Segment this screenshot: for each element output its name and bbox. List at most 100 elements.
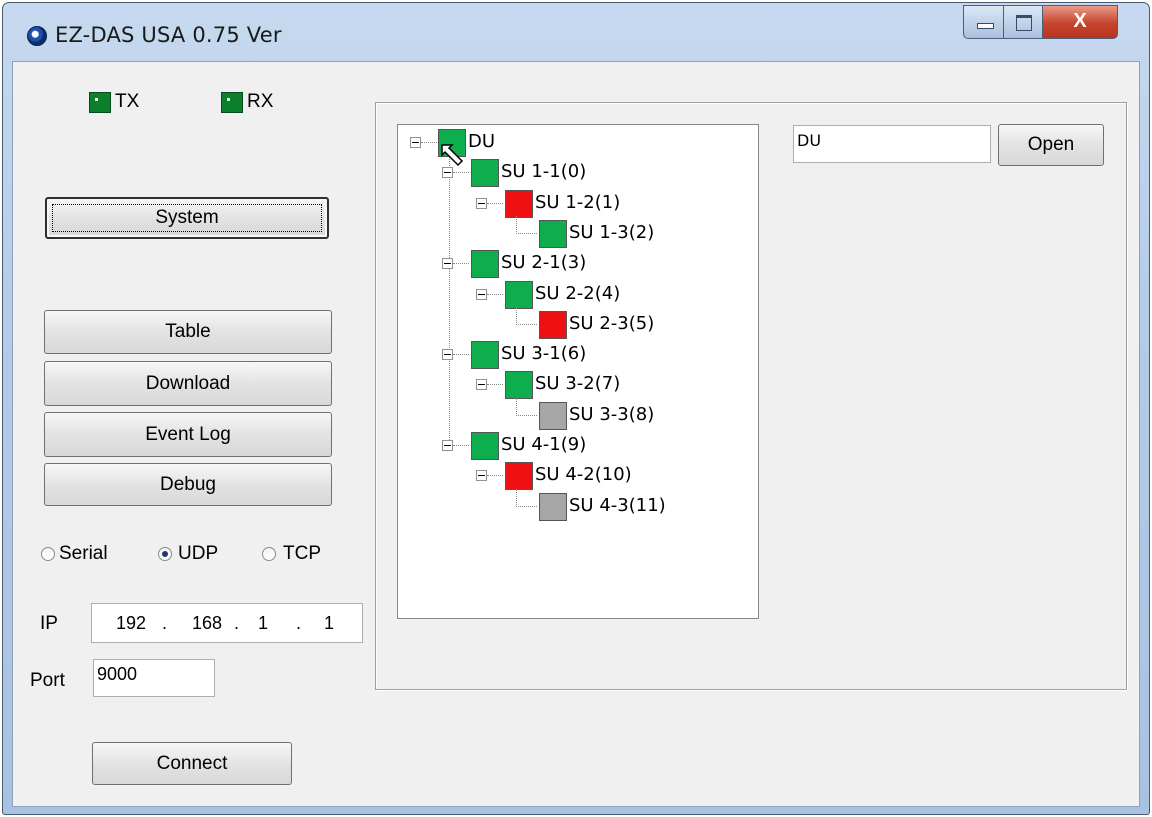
tree-connector [516,232,537,234]
radio-tcp[interactable] [262,547,276,561]
selected-node-value: DU [797,131,822,150]
tree-node-label[interactable]: SU 3-1(6) [501,343,586,364]
tree-connector [516,397,517,416]
open-button-label: Open [1027,134,1075,155]
port-field[interactable]: 9000 [93,659,215,697]
tree-connector [449,157,450,444]
tree-node-label[interactable]: SU 1-1(0) [501,161,586,182]
tree-node-label[interactable]: SU 3-2(7) [535,373,620,394]
open-button[interactable]: Open [998,124,1104,166]
tree-connector [516,323,537,325]
minimize-button[interactable] [963,5,1004,39]
ip-octet-2[interactable]: 168 [192,613,222,634]
status-indicator-alarm [539,310,567,339]
radio-serial-label[interactable]: Serial [59,543,108,565]
tree-node-label[interactable]: SU 4-2(10) [535,464,632,485]
tree-node-label[interactable]: SU 4-3(11) [569,495,666,516]
status-indicator-alarm [505,189,533,218]
download-button-label: Download [145,373,231,394]
table-button-label: Table [165,321,211,342]
radio-udp-label[interactable]: UDP [178,543,218,565]
tree-connector [487,384,503,386]
event-log-button-label: Event Log [145,424,231,445]
port-label: Port [30,670,65,691]
close-button[interactable]: X [1042,5,1118,39]
connect-button[interactable]: Connect [92,742,292,785]
tree-node-du[interactable]: DU [468,131,495,152]
status-indicator-ok [471,341,499,370]
app-logo-icon [27,26,47,46]
title-bar[interactable]: EZ-DAS USA 0.75 Ver X [3,3,1149,61]
tree-node-label[interactable]: SU 3-3(8) [569,404,654,425]
tree-connector [453,172,469,174]
status-indicator-ok [505,371,533,400]
status-indicator-ok [505,280,533,309]
tx-indicator-led [89,92,111,113]
tree-connector [421,142,437,143]
status-indicator-offline [539,401,567,430]
tree-connector [516,414,537,416]
status-indicator-ok [539,219,567,248]
collapse-toggle-icon[interactable] [476,379,487,391]
radio-tcp-label[interactable]: TCP [283,543,321,565]
tree-node-label[interactable]: SU 2-2(4) [535,283,620,304]
ip-octet-4[interactable]: 1 [324,613,334,634]
ip-octet-1[interactable]: 192 [116,613,146,634]
collapse-toggle-icon[interactable] [476,470,487,482]
tree-node-label[interactable]: SU 2-3(5) [569,313,654,334]
radio-serial[interactable] [41,547,55,561]
tree-node-label[interactable]: SU 1-3(2) [569,222,654,243]
ip-octet-3[interactable]: 1 [258,613,268,634]
rx-label: RX [247,91,274,112]
debug-button[interactable]: Debug [44,463,332,506]
rx-indicator-led [221,92,243,113]
radio-udp[interactable] [158,547,172,561]
tree-node-label[interactable]: SU 4-1(9) [501,434,586,455]
ip-dot: . [234,613,240,633]
window-title: EZ-DAS USA 0.75 Ver [55,23,282,47]
collapse-toggle-icon[interactable] [442,258,453,270]
tree-connector [516,488,517,507]
event-log-button[interactable]: Event Log [44,412,332,457]
collapse-toggle-icon[interactable] [476,288,487,300]
debug-button-label: Debug [160,474,216,495]
collapse-toggle-icon[interactable] [476,197,487,209]
tx-label: TX [115,91,140,112]
status-indicator-ok [471,159,499,188]
mouse-cursor-icon [441,144,464,167]
collapse-toggle-icon[interactable] [442,349,453,361]
tree-connector [487,475,503,477]
status-indicator-alarm [505,462,533,491]
ip-dot: . [296,613,302,633]
ip-label: IP [40,613,58,634]
tree-connector [453,354,469,356]
tree-connector [487,293,503,295]
port-value: 9000 [97,664,138,684]
device-tree-view[interactable]: DU SU 1-1(0) SU 1-2(1) SU 1-3(2) SU 2-1(3) SU… [397,124,759,619]
tree-connector [453,263,469,265]
system-button[interactable]: System [45,197,329,239]
status-indicator-ok [471,250,499,279]
collapse-toggle-icon[interactable] [442,440,453,451]
selected-node-field[interactable]: DU [793,125,991,163]
tree-node-label[interactable]: SU 1-2(1) [535,192,620,213]
ip-dot: . [162,613,168,633]
ip-address-field[interactable]: 192 . 168 . 1 . 1 [91,603,363,643]
maximize-icon [1016,15,1032,31]
app-window: EZ-DAS USA 0.75 Ver X TX RX System Table… [2,2,1150,815]
connect-button-label: Connect [156,753,228,774]
tree-node-label[interactable]: SU 2-1(3) [501,252,586,273]
tree-connector [516,306,517,325]
close-icon: X [1073,10,1087,32]
tree-connector [516,215,517,234]
focus-rectangle [52,204,322,232]
minimize-icon [977,23,994,29]
status-indicator-offline [539,492,567,521]
tree-connector [453,445,469,446]
table-button[interactable]: Table [44,310,332,354]
tree-connector [487,202,503,204]
maximize-button[interactable] [1003,5,1043,39]
download-button[interactable]: Download [44,361,332,406]
collapse-toggle-icon[interactable] [410,137,421,148]
status-indicator-ok [471,432,499,460]
